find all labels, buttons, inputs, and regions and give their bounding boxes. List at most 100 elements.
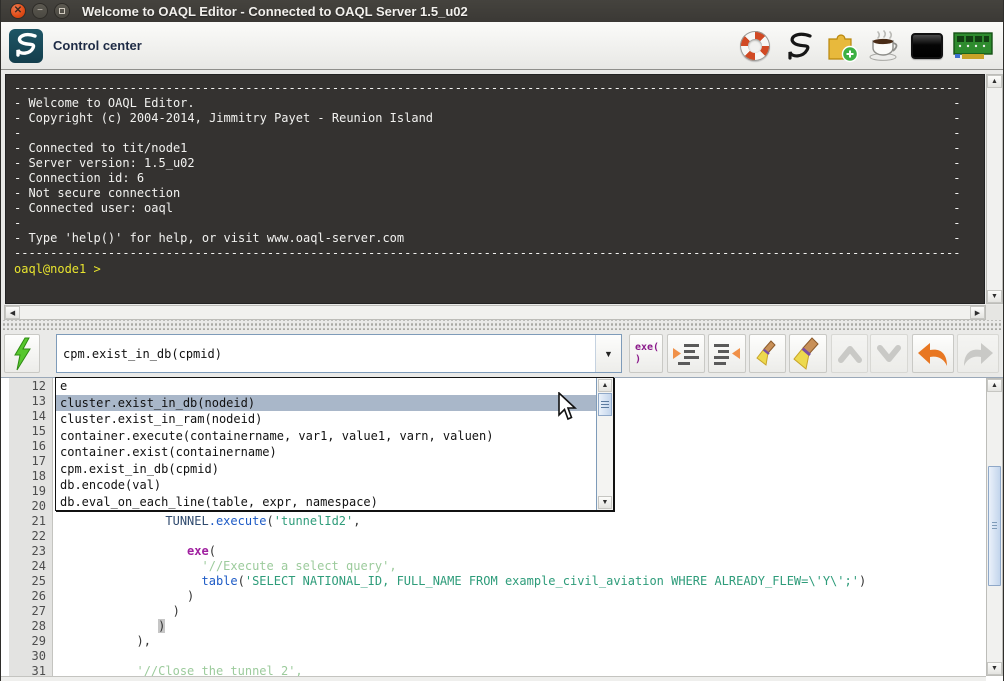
code-line: '//Execute a select query', [57, 559, 985, 574]
autocomplete-item[interactable]: container.exist(containername) [56, 444, 596, 461]
code-line: exe( [57, 544, 985, 559]
terminal-line: - Connected to tit/node1 - [14, 141, 984, 156]
line-number: 13 [9, 394, 46, 409]
coffee-icon[interactable] [865, 28, 903, 64]
maximize-button[interactable] [54, 3, 70, 19]
run-button[interactable] [4, 334, 40, 373]
autocomplete-dropdown: ecluster.exist_in_db(nodeid)cluster.exis… [55, 377, 614, 511]
outdent-icon [712, 341, 742, 367]
terminal-line: ----------------------------------------… [14, 81, 984, 96]
autocomplete-item[interactable]: db.eval_on_each_line(table, expr, namesp… [56, 494, 596, 511]
chevron-down-large-icon [876, 344, 902, 364]
terminal-screen-icon[interactable] [908, 28, 946, 64]
code-line: ) [57, 619, 985, 634]
move-down-button[interactable] [870, 334, 908, 373]
line-number: 26 [9, 589, 46, 604]
chevron-down-icon: ▼ [604, 349, 613, 359]
terminal-line: - Server version: 1.5_u02 - [14, 156, 984, 171]
dropdown-scrollbar[interactable]: ▲ ▼ [596, 378, 613, 510]
add-plugin-puzzle-icon[interactable] [822, 28, 860, 64]
undo-arrow-icon [916, 340, 950, 368]
broom-small-icon [755, 339, 781, 369]
line-number: 22 [9, 529, 46, 544]
app-window: ✕ − Welcome to OAQL Editor - Connected t… [0, 0, 1004, 681]
lightning-icon [11, 337, 33, 371]
maximize-icon [59, 8, 65, 14]
titlebar: ✕ − Welcome to OAQL Editor - Connected t… [1, 0, 1003, 22]
combo-dropdown-button[interactable]: ▼ [595, 335, 621, 372]
scrollbar-corner [986, 305, 1003, 320]
terminal-line: - - [14, 126, 984, 141]
main-toolbar: Control center [1, 22, 1003, 70]
indent-button[interactable] [667, 334, 705, 373]
scroll-down-arrow-icon[interactable]: ▼ [987, 662, 1002, 675]
line-number: 23 [9, 544, 46, 559]
line-number-gutter: 1213141516171819202122232425262728293031 [9, 378, 53, 677]
terminal-line: ----------------------------------------… [14, 246, 984, 261]
terminal-line: - Welcome to OAQL Editor. - [14, 96, 984, 111]
scroll-down-arrow-icon[interactable]: ▼ [598, 496, 612, 509]
autocomplete-item[interactable]: db.encode(val) [56, 477, 596, 494]
autocomplete-item[interactable]: cpm.exist_in_db(cpmid) [56, 461, 596, 478]
autocomplete-item[interactable]: cluster.exist_in_ram(nodeid) [56, 411, 596, 428]
chevron-up-icon [837, 344, 863, 364]
code-line: ) [57, 604, 985, 619]
code-line: ), [57, 634, 985, 649]
terminal-region: ----------------------------------------… [1, 70, 1003, 330]
network-card-icon[interactable] [951, 28, 995, 64]
terminal-prompt: oaql@node1 > [14, 262, 984, 277]
redo-button[interactable] [957, 334, 999, 373]
snake-icon[interactable] [779, 28, 817, 64]
line-number: 28 [9, 619, 46, 634]
oaql-snake-logo [9, 29, 43, 63]
scroll-up-arrow-icon[interactable]: ▲ [987, 75, 1002, 88]
indent-icon [671, 341, 701, 367]
scroll-left-arrow-icon[interactable]: ◀ [5, 306, 20, 319]
window-title: Welcome to OAQL Editor - Connected to OA… [82, 4, 468, 19]
clean-small-button[interactable] [749, 334, 786, 373]
command-input[interactable] [57, 335, 595, 372]
outdent-button[interactable] [708, 334, 746, 373]
broom-large-icon [793, 337, 823, 371]
line-number: 29 [9, 634, 46, 649]
terminal-line: - Copyright (c) 2004-2014, Jimmitry Paye… [14, 111, 984, 126]
line-number: 18 [9, 469, 46, 484]
move-up-button[interactable] [831, 334, 868, 373]
scroll-up-arrow-icon[interactable]: ▲ [987, 379, 1002, 392]
minimize-button[interactable]: − [32, 3, 48, 19]
exe-button-label: exe( [635, 342, 659, 354]
command-bar: ▼ exe( ) [1, 330, 1003, 377]
line-number: 14 [9, 409, 46, 424]
terminal-line: - - [14, 216, 984, 231]
exe-button-label2: ) [635, 354, 641, 366]
terminal-vertical-scrollbar[interactable]: ▲ ▼ [986, 74, 1003, 304]
terminal-line: - Connection id: 6 - [14, 171, 984, 186]
line-number: 25 [9, 574, 46, 589]
scroll-right-arrow-icon[interactable]: ▶ [970, 306, 985, 319]
terminal-output: ----------------------------------------… [5, 74, 985, 304]
code-line: ) [57, 589, 985, 604]
code-line [57, 529, 985, 544]
autocomplete-item[interactable]: container.execute(containername, var1, v… [56, 428, 596, 445]
scroll-up-arrow-icon[interactable]: ▲ [598, 379, 612, 392]
terminal-line: - Not secure connection - [14, 186, 984, 201]
autocomplete-item[interactable]: e [56, 378, 596, 395]
editor-scrollbar-thumb[interactable] [988, 466, 1001, 586]
line-number: 30 [9, 649, 46, 664]
line-number: 15 [9, 424, 46, 439]
close-button[interactable]: ✕ [10, 3, 26, 19]
terminal-horizontal-scrollbar[interactable]: ◀ ▶ [4, 305, 986, 320]
clean-large-button[interactable] [789, 334, 827, 373]
exe-template-button[interactable]: exe( ) [629, 334, 663, 373]
scroll-down-arrow-icon[interactable]: ▼ [987, 290, 1002, 303]
pane-splitter[interactable] [1, 320, 1003, 330]
line-number: 19 [9, 484, 46, 499]
undo-button[interactable] [912, 334, 954, 373]
terminal-line: - Type 'help()' for help, or visit www.o… [14, 231, 984, 246]
terminal-line: - Connected user: oaql - [14, 201, 984, 216]
dropdown-scrollbar-thumb[interactable] [598, 393, 612, 416]
editor-vertical-scrollbar[interactable]: ▲ ▼ [986, 378, 1003, 676]
autocomplete-item[interactable]: cluster.exist_in_db(nodeid) [56, 395, 596, 412]
help-lifebuoy-icon[interactable] [736, 28, 774, 64]
redo-arrow-icon [961, 340, 995, 368]
